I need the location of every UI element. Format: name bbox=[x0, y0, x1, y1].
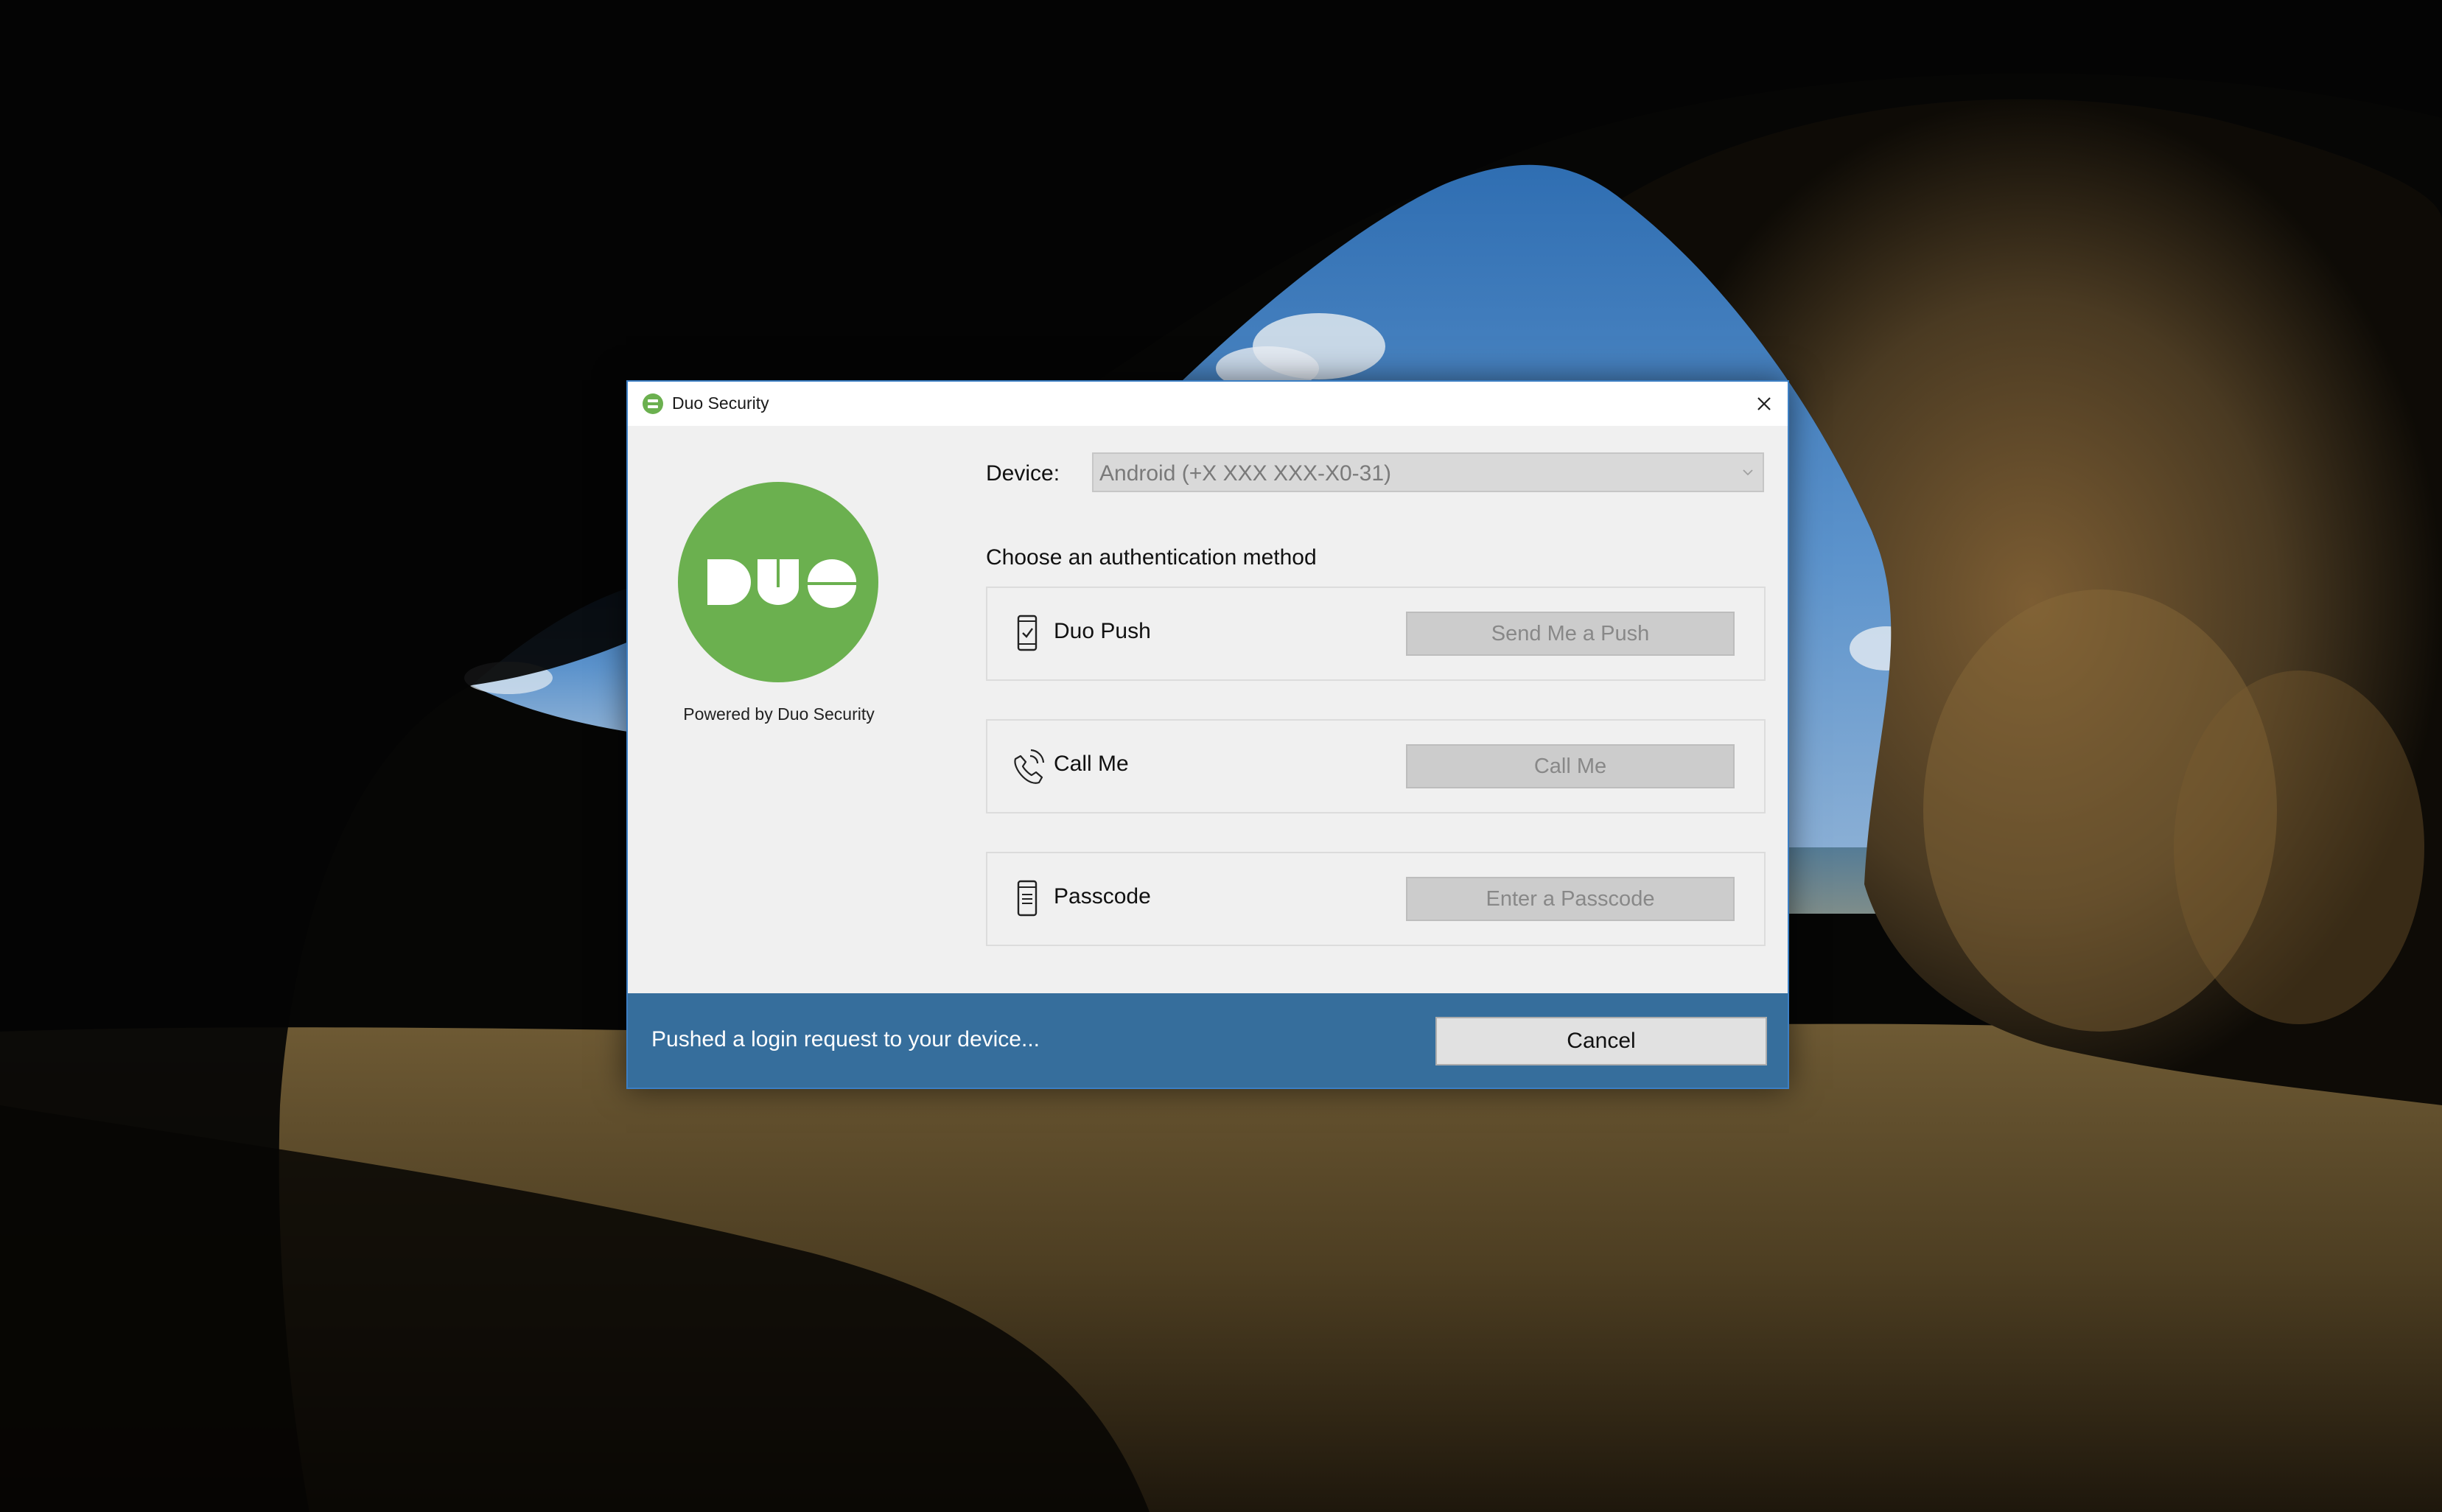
passcode-token-icon bbox=[1017, 880, 1038, 917]
powered-by-text: Powered by Duo Security bbox=[683, 704, 875, 724]
methods-heading: Choose an authentication method bbox=[986, 545, 1317, 570]
window-title: Duo Security bbox=[672, 393, 769, 413]
phone-call-icon bbox=[1014, 749, 1045, 784]
device-label: Device: bbox=[986, 461, 1060, 486]
duo-dialog: Duo Security Powered by Duo Security Dev… bbox=[626, 380, 1789, 1089]
device-select-value: Android (+X XXX XXX-X0-31) bbox=[1099, 461, 1392, 486]
title-bar: Duo Security bbox=[628, 382, 1788, 426]
chevron-down-icon bbox=[1743, 469, 1753, 476]
method-label-passcode: Passcode bbox=[1054, 884, 1151, 909]
method-row-call-me: Call Me Call Me bbox=[986, 719, 1766, 813]
status-message: Pushed a login request to your device... bbox=[651, 1027, 1040, 1051]
close-icon[interactable] bbox=[1748, 388, 1780, 420]
method-row-duo-push: Duo Push Send Me a Push bbox=[986, 587, 1766, 681]
device-select[interactable]: Android (+X XXX XXX-X0-31) bbox=[1092, 452, 1764, 492]
send-push-button[interactable]: Send Me a Push bbox=[1406, 612, 1735, 656]
duo-icon bbox=[643, 393, 663, 414]
call-me-button[interactable]: Call Me bbox=[1406, 744, 1735, 788]
desktop: Duo Security Powered by Duo Security Dev… bbox=[0, 0, 2442, 1512]
status-bar: Pushed a login request to your device...… bbox=[628, 993, 1788, 1088]
method-row-passcode: Passcode Enter a Passcode bbox=[986, 852, 1766, 946]
method-label-call-me: Call Me bbox=[1054, 752, 1129, 776]
method-label-duo-push: Duo Push bbox=[1054, 619, 1151, 643]
duo-logo bbox=[678, 482, 878, 682]
phone-check-icon bbox=[1017, 615, 1038, 651]
cancel-button[interactable]: Cancel bbox=[1435, 1017, 1767, 1065]
enter-passcode-button[interactable]: Enter a Passcode bbox=[1406, 877, 1735, 921]
